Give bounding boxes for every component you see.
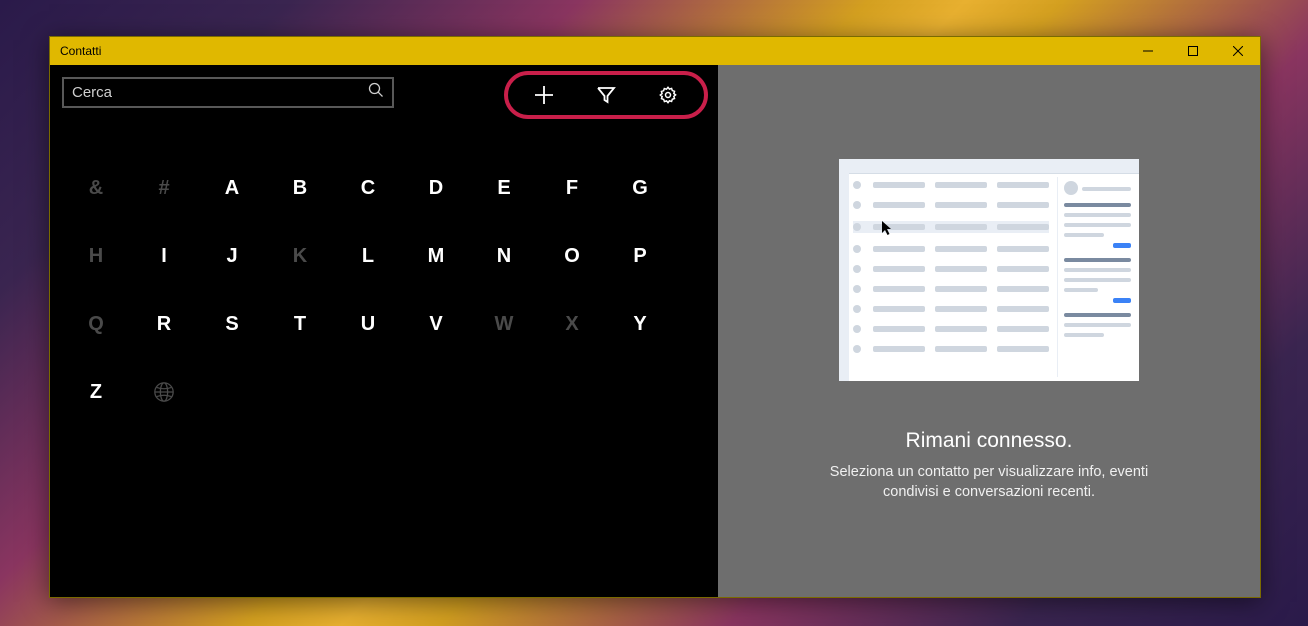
alpha-label: Y: [633, 313, 646, 336]
alpha-label: N: [497, 245, 511, 268]
alpha-cell-&: &: [62, 154, 130, 222]
alpha-label: Z: [90, 381, 102, 404]
alpha-label: K: [293, 245, 307, 268]
alpha-label: &: [89, 177, 103, 200]
alpha-cell-a[interactable]: A: [198, 154, 266, 222]
alpha-label: S: [225, 313, 238, 336]
alpha-cell-q: Q: [62, 290, 130, 358]
alpha-label: R: [157, 313, 171, 336]
search-box[interactable]: [62, 77, 394, 108]
window-controls: [1125, 37, 1260, 65]
toolbar-highlight: [504, 71, 708, 119]
filter-button[interactable]: [592, 81, 620, 109]
alpha-label: E: [497, 177, 510, 200]
alpha-cell-c[interactable]: C: [334, 154, 402, 222]
alpha-cell-d[interactable]: D: [402, 154, 470, 222]
alpha-label: H: [89, 245, 103, 268]
add-contact-button[interactable]: [530, 81, 558, 109]
alpha-cell-e[interactable]: E: [470, 154, 538, 222]
alpha-cell-b[interactable]: B: [266, 154, 334, 222]
alpha-label: W: [495, 313, 514, 336]
alpha-cell-v[interactable]: V: [402, 290, 470, 358]
alpha-label: A: [225, 177, 239, 200]
app-window: Contatti: [49, 36, 1261, 598]
empty-state-description: Seleziona un contatto per visualizzare i…: [809, 463, 1169, 502]
close-button[interactable]: [1215, 37, 1260, 65]
alpha-cell-g[interactable]: G: [606, 154, 674, 222]
alpha-cell-m[interactable]: M: [402, 222, 470, 290]
alpha-label: O: [564, 245, 580, 268]
search-icon[interactable]: [368, 82, 384, 103]
alpha-label: X: [565, 313, 578, 336]
alpha-cell-j[interactable]: J: [198, 222, 266, 290]
alpha-cell-z[interactable]: Z: [62, 358, 130, 426]
alpha-label: B: [293, 177, 307, 200]
alpha-cell-l[interactable]: L: [334, 222, 402, 290]
alpha-label: G: [632, 177, 648, 200]
alpha-cell-t[interactable]: T: [266, 290, 334, 358]
alpha-label: T: [294, 313, 306, 336]
alpha-cell-f[interactable]: F: [538, 154, 606, 222]
settings-button[interactable]: [654, 81, 682, 109]
alpha-label: D: [429, 177, 443, 200]
alpha-cell-i[interactable]: I: [130, 222, 198, 290]
alpha-cell-x: X: [538, 290, 606, 358]
alpha-label: L: [362, 245, 374, 268]
maximize-button[interactable]: [1170, 37, 1215, 65]
empty-state-title: Rimani connesso.: [906, 429, 1073, 453]
alpha-label: F: [566, 177, 578, 200]
alpha-cell-p[interactable]: P: [606, 222, 674, 290]
app-body: & # A B C D E F G H I J K L M N O P Q R S T U V W X Y Z: [50, 65, 1260, 597]
contacts-index-pane: & # A B C D E F G H I J K L M N O P Q R S T U V W X Y Z: [50, 65, 718, 597]
alpha-cell-o[interactable]: O: [538, 222, 606, 290]
alpha-label: I: [161, 245, 167, 268]
empty-state-illustration: [839, 159, 1139, 381]
alpha-cell-n[interactable]: N: [470, 222, 538, 290]
alpha-label: #: [158, 177, 169, 200]
alpha-cell-k: K: [266, 222, 334, 290]
titlebar[interactable]: Contatti: [50, 37, 1260, 65]
alpha-index-grid: & # A B C D E F G H I J K L M N O P Q R S T U V W X Y Z: [62, 154, 706, 426]
alpha-cell-h: H: [62, 222, 130, 290]
alpha-cell-y[interactable]: Y: [606, 290, 674, 358]
alpha-cell-w: W: [470, 290, 538, 358]
alpha-label: M: [428, 245, 445, 268]
alpha-cell-r[interactable]: R: [130, 290, 198, 358]
alpha-label: V: [429, 313, 442, 336]
alpha-label: J: [226, 245, 237, 268]
window-title: Contatti: [60, 44, 101, 58]
search-input[interactable]: [72, 84, 368, 101]
minimize-button[interactable]: [1125, 37, 1170, 65]
alpha-label: Q: [88, 313, 104, 336]
alpha-cell-#: #: [130, 154, 198, 222]
alpha-cell-u[interactable]: U: [334, 290, 402, 358]
alpha-label: U: [361, 313, 375, 336]
cursor-icon: [882, 221, 894, 237]
alpha-label: C: [361, 177, 375, 200]
alpha-cell-globe: [130, 358, 198, 426]
alpha-cell-s[interactable]: S: [198, 290, 266, 358]
alpha-label: P: [633, 245, 646, 268]
detail-pane: Rimani connesso. Seleziona un contatto p…: [718, 65, 1260, 597]
